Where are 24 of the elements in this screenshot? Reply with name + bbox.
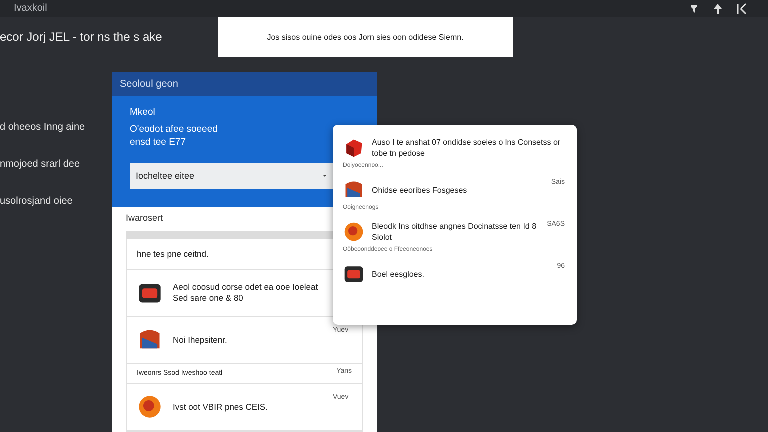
notification-text[interactable]: Boel eesgloes. (372, 268, 550, 280)
side-link[interactable]: nmojoed srarl dee (0, 159, 112, 170)
select-field[interactable]: Iocheltee eitee (130, 163, 333, 189)
expand-icon[interactable] (736, 2, 748, 14)
panel-label: Mkeol (130, 106, 156, 119)
item-text: Aeol coosud corse odet ea ooe Ioeleat Sed sare one & 80 (173, 282, 320, 304)
notice-banner: Jos sisos ouine odes oos Jorn sies oon odidese Siemn. (218, 17, 513, 57)
notification-text[interactable]: Auso I te anshat 07 ondidse soeies o lns Consetss or tobe tn pedose (372, 137, 565, 159)
window-title: Ivaxkoil (14, 3, 48, 14)
notification-text[interactable]: Bleodk Ins oitdhse angnes Docinatsse ten Id 8 Siolot (372, 221, 540, 243)
panel-text: ensd tee E77 (130, 136, 186, 149)
side-link[interactable]: d oheeos Inng aine (0, 122, 112, 133)
app-icon (137, 394, 163, 420)
panel-title: Seoloul geon (112, 72, 377, 96)
item-text: Ivst oot VBIR pnes CEIS. (173, 402, 269, 412)
caret-icon (323, 174, 327, 178)
section-title: Iwarosert (126, 213, 164, 223)
panel-text: O'eodot afee soeeed (130, 123, 218, 136)
item-text: Noi Ihepsitenr. (173, 334, 228, 346)
notification-text[interactable]: Ohidse eeoribes Fosgeses (372, 184, 544, 196)
side-link[interactable]: usolrosjand oiee (0, 196, 112, 207)
app-icon (343, 221, 365, 243)
arrow-icon[interactable] (712, 2, 724, 14)
headline: ecor Jorj JEL - tor ns the s ake (0, 30, 162, 44)
